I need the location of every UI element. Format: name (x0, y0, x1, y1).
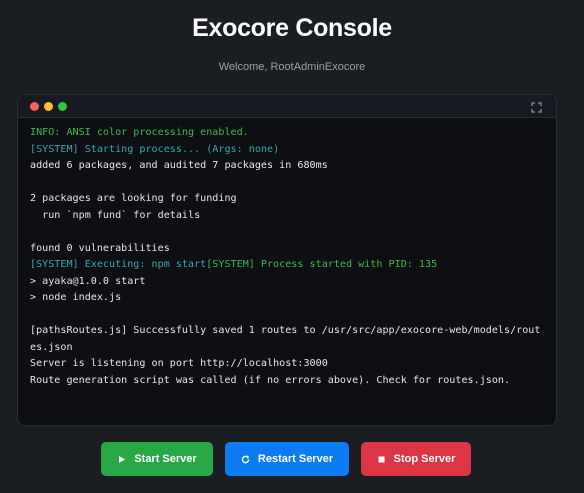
console-line-text: run `npm fund` for details (30, 209, 201, 221)
welcome-text: Welcome, RootAdminExocore (218, 61, 366, 73)
console-line: Route generation script was called (if n… (30, 373, 544, 390)
console-line-text: Route generation script was called (if n… (30, 374, 511, 386)
console-line: run `npm fund` for details (30, 208, 544, 225)
expand-icon[interactable] (531, 100, 542, 113)
console-line: [SYSTEM] Starting process... (Args: none… (30, 142, 544, 159)
console-header (18, 95, 556, 118)
console-line: INFO: ANSI color processing enabled. (30, 125, 544, 142)
console-line-text: [SYSTEM] Process started with PID: 135 (206, 259, 438, 270)
restart-server-label: Restart Server (257, 453, 334, 465)
stop-server-label: Stop Server (393, 453, 456, 465)
console-line-text: 2 packages are looking for funding (30, 193, 237, 204)
red-dot-icon (30, 102, 39, 111)
console-line-text: added 6 packages, and audited 7 packages… (30, 160, 328, 171)
console-line: found 0 vulnerabilities (30, 241, 544, 258)
console-window: INFO: ANSI color processing enabled. [SYS… (17, 94, 557, 426)
console-line: [SYSTEM] Executing: npm start[SYSTEM] Pr… (30, 257, 544, 274)
page: Exocore Console Welcome, RootAdminExocor… (0, 0, 584, 493)
console-line: [pathsRoutes.js] Successfully saved 1 ro… (30, 323, 544, 356)
console-output: INFO: ANSI color processing enabled. [SYS… (18, 118, 556, 389)
yellow-dot-icon (44, 102, 53, 111)
console-line-text: Server is listening on port http://local… (30, 358, 328, 369)
console-line-text: [pathsRoutes.js] Successfully saved 1 ro… (30, 325, 541, 353)
console-line-text: > node index.js (30, 292, 122, 303)
page-title: Exocore Console (192, 14, 392, 42)
green-dot-icon (58, 102, 67, 111)
stop-icon (377, 455, 386, 464)
start-server-label: Start Server (134, 453, 197, 465)
play-icon (117, 455, 126, 464)
refresh-icon (241, 455, 250, 464)
console-line-text: INFO: ANSI color processing enabled. (30, 127, 249, 138)
console-line: > node index.js (30, 290, 544, 307)
console-line-text: [SYSTEM] Starting process... (Args: none… (30, 143, 280, 155)
stop-server-button[interactable]: Stop Server (361, 442, 471, 476)
console-line: 2 packages are looking for funding (30, 191, 544, 208)
console-line: added 6 packages, and audited 7 packages… (30, 158, 544, 175)
console-line-text: > ayaka@1.0.0 start (30, 275, 146, 287)
console-line: Server is listening on port http://local… (30, 356, 544, 373)
restart-server-button[interactable]: Restart Server (225, 442, 349, 476)
console-line-text: [SYSTEM] Executing: npm start (30, 259, 207, 270)
console-line: > ayaka@1.0.0 start (30, 274, 544, 291)
server-controls: Start Server Restart Server Stop Server (0, 442, 584, 476)
start-server-button[interactable]: Start Server (101, 442, 213, 476)
console-line-text: found 0 vulnerabilities (30, 242, 170, 254)
